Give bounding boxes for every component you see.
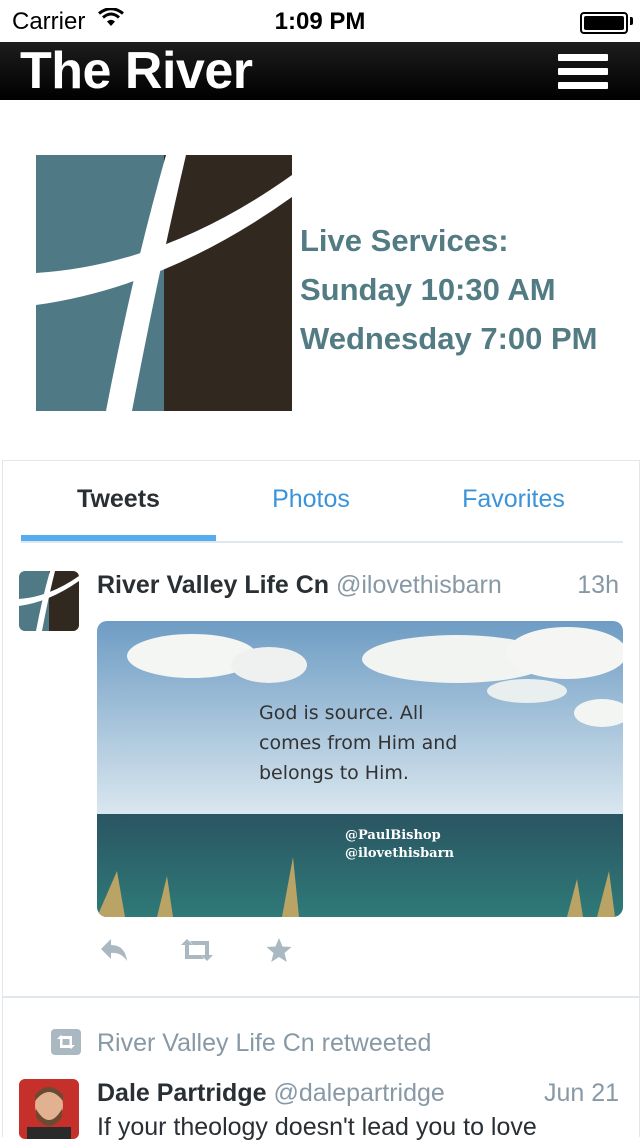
retweet-label[interactable]: River Valley Life Cn retweeted [97,1029,431,1058]
author-name[interactable]: Dale Partridge [97,1079,267,1107]
twitter-timeline: Tweets Photos Favorites River Valley Lif… [2,460,640,1141]
favorite-icon[interactable] [265,936,293,964]
services-wednesday: Wednesday 7:00 PM [300,321,598,356]
tab-photos[interactable]: Photos [216,485,406,514]
quote-image: God is source. All comes from Him and be… [97,621,623,917]
river-cross-avatar-icon [19,571,79,631]
avatar[interactable] [19,1079,79,1139]
tweet[interactable]: River Valley Life Cn @ilovethisbarn 13h [3,567,639,987]
quote-line: belongs to Him. [259,762,409,784]
profile-photo [19,1079,79,1139]
live-services-info: Live Services: Sunday 10:30 AM Wednesday… [300,216,597,363]
timeline-tabs: Tweets Photos Favorites [21,461,623,543]
tab-favorites[interactable]: Favorites [416,485,611,514]
avatar[interactable] [19,571,79,631]
tweet-author: River Valley Life Cn @ilovethisbarn [97,571,502,600]
river-cross-logo [36,155,292,411]
battery-tip [630,17,633,25]
hamburger-menu-icon[interactable] [558,54,610,90]
svg-text:belongs to Him.: belongs to Him. [259,762,409,784]
tweet-text: If your theology doesn't lead you to lov… [97,1113,537,1141]
image-credit: @ilovethisbarn [345,846,454,861]
battery-icon [580,12,628,34]
status-bar: Carrier 1:09 PM [0,0,640,42]
app-title: The River [20,42,253,100]
tab-tweets[interactable]: Tweets [21,485,216,514]
svg-text:comes from Him and: comes from Him and [259,732,457,754]
tweet[interactable]: River Valley Life Cn retweeted Dale Part… [3,1021,639,1141]
tweet-media[interactable]: God is source. All comes from Him and be… [97,621,623,917]
tweet-time: Jun 21 [543,1079,619,1107]
tweet-author: Dale Partridge @dalepartridge [97,1079,445,1108]
quote-line: God is source. All [259,702,423,724]
nav-bar: The River [0,42,640,100]
author-name[interactable]: River Valley Life Cn [97,571,329,599]
retweeted-icon [51,1029,81,1055]
author-handle[interactable]: @dalepartridge [273,1079,444,1107]
quote-line: comes from Him and [259,732,457,754]
tweet-divider [3,996,639,998]
author-handle[interactable]: @ilovethisbarn [336,571,502,599]
tweet-time: 13h [577,571,619,599]
services-heading: Live Services: [300,223,509,258]
services-sunday: Sunday 10:30 AM [300,272,556,307]
svg-text:@ilovethisbarn: @ilovethisbarn [345,846,454,861]
active-tab-indicator [21,535,216,541]
svg-text:God is source. All: God is source. All [259,702,423,724]
svg-text:@PaulBishop: @PaulBishop [345,828,441,843]
image-credit: @PaulBishop [345,828,441,843]
retweet-icon[interactable] [179,937,215,963]
status-time: 1:09 PM [274,8,366,35]
reply-icon[interactable] [99,937,129,963]
